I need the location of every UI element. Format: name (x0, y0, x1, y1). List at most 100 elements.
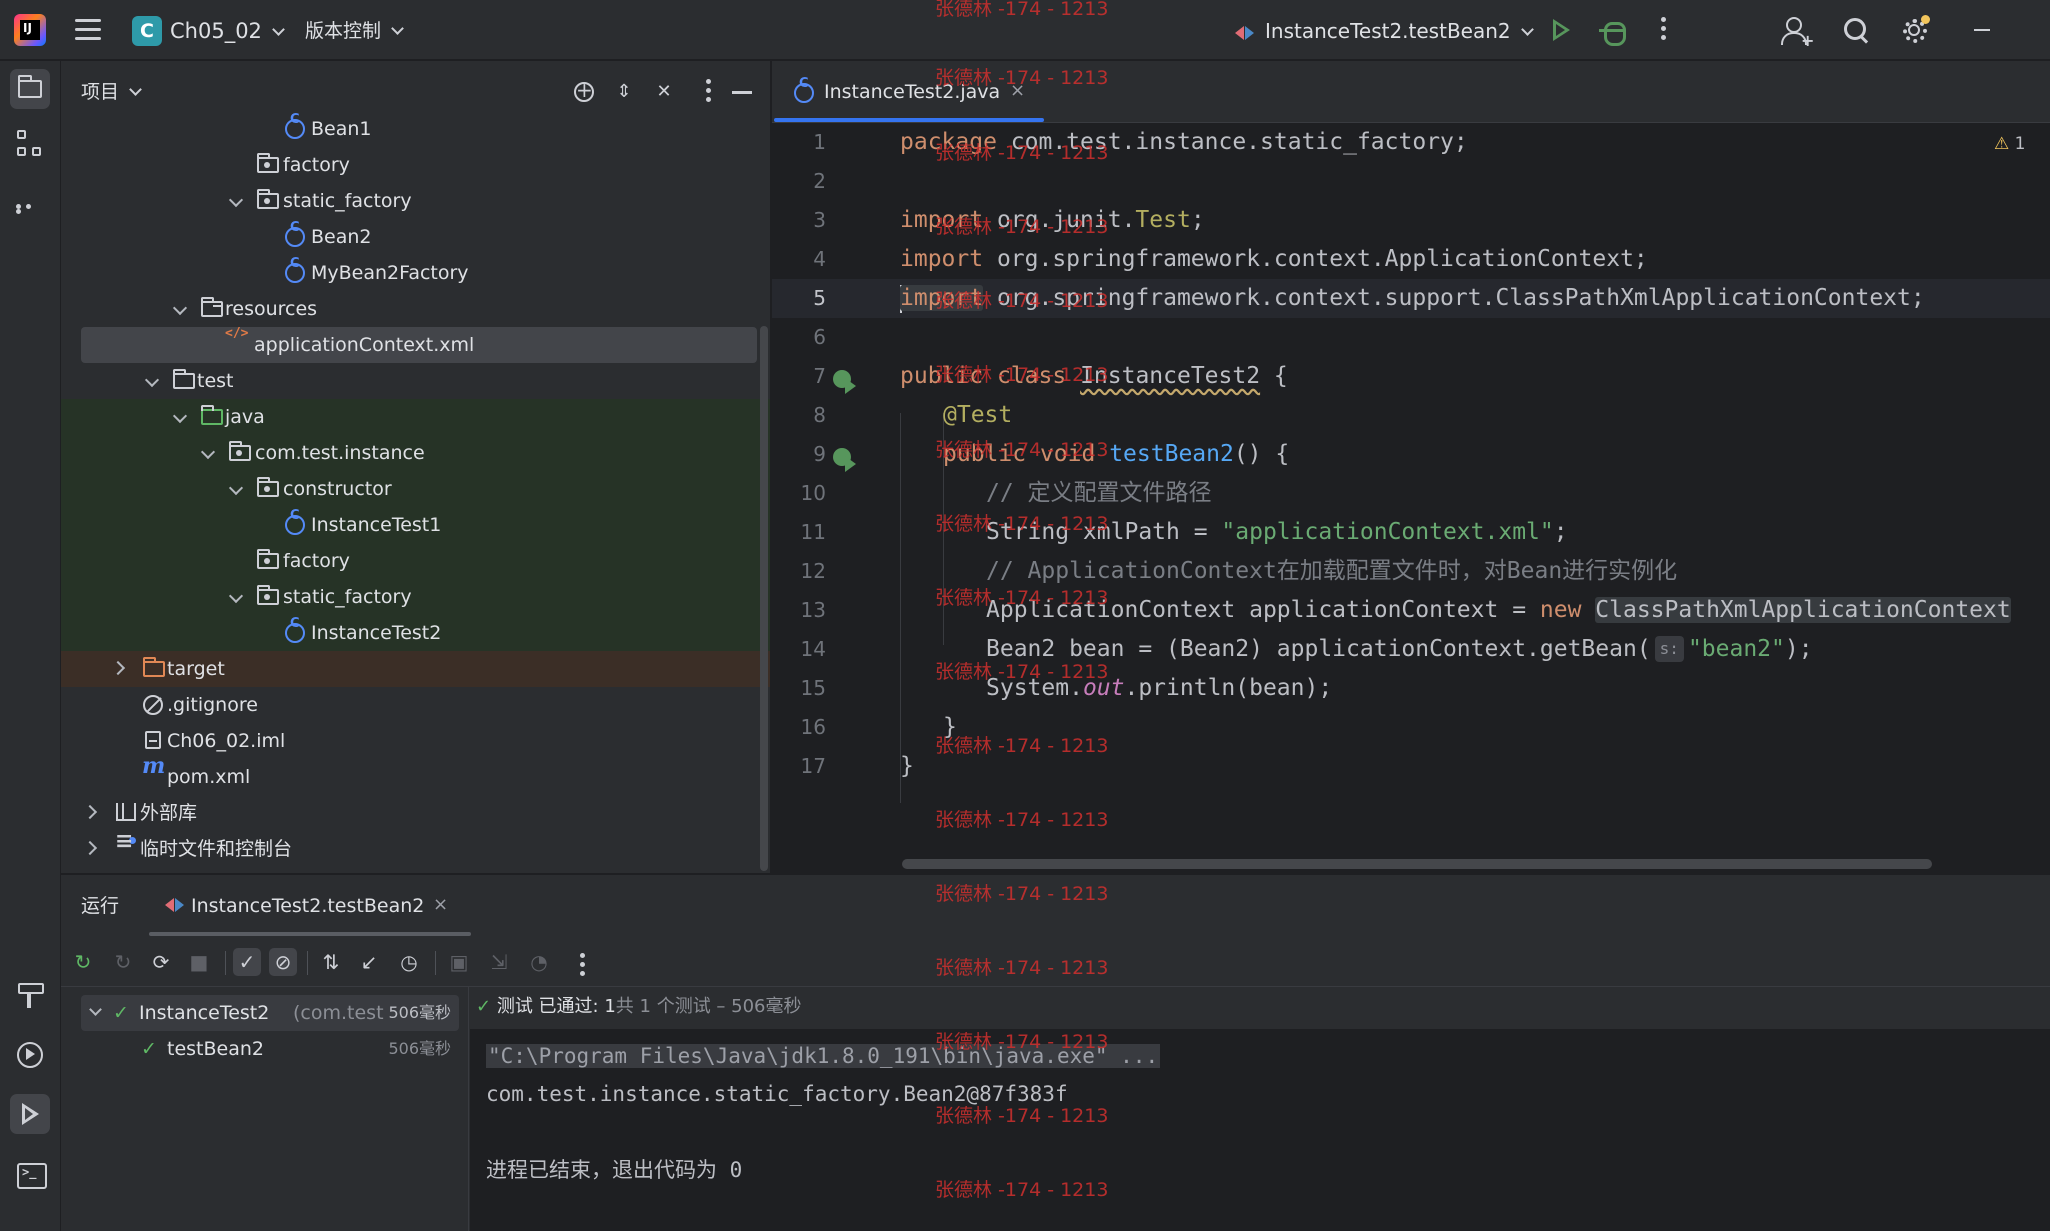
line-number: 14 (800, 637, 826, 661)
vcs-menu[interactable]: 版本控制 (305, 16, 404, 46)
export-icon[interactable]: ▣ (445, 948, 473, 976)
package-icon (229, 441, 251, 461)
chevron-right-icon[interactable] (82, 804, 98, 820)
tree-item[interactable]: factory (61, 543, 770, 579)
tree-item[interactable]: InstanceTest2 (61, 615, 770, 651)
line-number: 10 (800, 481, 826, 505)
run-test-gutter-icon[interactable] (833, 448, 857, 472)
code-editor: InstanceTest2.java × 1 2 3 4 5 6 7 8 9 1… (772, 61, 2050, 873)
coverage-icon[interactable]: ◔ (525, 948, 553, 976)
tree-item[interactable]: .gitignore (61, 687, 770, 723)
project-scrollbar[interactable] (760, 326, 768, 871)
more-icon[interactable] (580, 953, 586, 979)
class-icon (285, 112, 305, 139)
editor-tab-bar: InstanceTest2.java × (772, 61, 2050, 123)
tree-item[interactable]: java (61, 399, 770, 435)
rerun-failed-icon[interactable]: ↻ (109, 948, 137, 976)
tree-item[interactable]: Bean2 (61, 219, 770, 255)
tree-item[interactable]: Ch06_02.iml (61, 723, 770, 759)
more-actions-icon[interactable] (1661, 17, 1667, 43)
tree-item[interactable]: static_factory (61, 183, 770, 219)
chevron-down-icon[interactable] (200, 444, 216, 460)
line-number: 5 (813, 286, 826, 310)
options-icon[interactable] (696, 79, 722, 105)
project-badge[interactable]: C (132, 16, 162, 46)
code-area[interactable]: package com.test.instance.static_factory… (900, 123, 2050, 873)
tree-item[interactable]: pom.xml (61, 753, 770, 795)
run-icon[interactable] (1544, 14, 1576, 46)
toggle-auto-test-icon[interactable]: ⟳ (147, 948, 175, 976)
tree-item[interactable]: static_factory (61, 579, 770, 615)
build-icon[interactable] (10, 975, 50, 1015)
close-icon[interactable]: × (1010, 78, 1025, 104)
tree-item[interactable]: MyBean2Factory (61, 255, 770, 291)
locate-file-icon[interactable] (571, 78, 597, 105)
expand-all-icon[interactable]: ⇕ (611, 79, 637, 105)
tree-item[interactable]: factory (61, 147, 770, 183)
close-icon[interactable]: × (433, 892, 448, 918)
tree-item[interactable]: 外部库 (61, 795, 770, 831)
chevron-down-icon[interactable] (228, 192, 244, 208)
debug-icon[interactable] (1596, 14, 1628, 46)
collapse-icon[interactable]: ↙ (355, 948, 383, 976)
tree-item[interactable]: InstanceTest1 (61, 507, 770, 543)
test-status-bar: ✓ 测试 已通过: 1共 1 个测试 – 506毫秒 (470, 987, 2050, 1029)
line-number: 8 (813, 403, 826, 427)
editor-horizontal-scrollbar[interactable] (902, 859, 1932, 869)
intellij-logo-icon[interactable]: IJ (14, 14, 46, 46)
chevron-right-icon[interactable] (110, 660, 126, 676)
ignore-file-icon (143, 695, 163, 715)
sort-icon[interactable]: ⇅ (317, 948, 345, 976)
tree-item[interactable]: test (61, 363, 770, 399)
tree-item[interactable]: target (61, 651, 770, 687)
tree-item[interactable]: 临时文件和控制台 (61, 829, 770, 867)
rerun-icon[interactable]: ↻ (69, 948, 97, 976)
class-icon (285, 508, 305, 535)
import-icon[interactable]: ⇲ (485, 948, 513, 976)
stop-icon[interactable]: ■ (185, 948, 213, 976)
minimize-icon[interactable] (1968, 14, 2000, 46)
junit-icon (1235, 23, 1255, 43)
run-tool-icon[interactable] (10, 1094, 50, 1134)
tree-item[interactable]: Bean1 (61, 111, 770, 147)
chevron-down-icon[interactable] (228, 588, 244, 604)
excluded-folder-icon (143, 657, 165, 677)
run-test-gutter-icon[interactable] (833, 370, 857, 394)
collapse-all-icon[interactable]: ✕ (651, 79, 677, 105)
hamburger-menu-icon[interactable] (75, 19, 101, 41)
test-case-row[interactable]: ✓ testBean2 506毫秒 (61, 1031, 469, 1067)
project-switcher[interactable]: Ch05_02 (170, 16, 285, 46)
terminal-icon[interactable] (10, 1154, 50, 1194)
code-line-12: // ApplicationContext在加载配置文件时，对Bean进行实例化 (986, 558, 1678, 584)
more-tools-icon[interactable] (10, 186, 50, 226)
chevron-down-icon[interactable] (144, 372, 160, 388)
hide-icon[interactable] (729, 79, 755, 105)
tree-item-selected[interactable]: applicationContext.xml (81, 326, 757, 363)
line-number: 15 (800, 676, 826, 700)
tab-run-instancetest2[interactable]: InstanceTest2.testBean2 × (149, 875, 471, 937)
chevron-down-icon[interactable] (89, 1003, 102, 1016)
test-results-tree: ✓ InstanceTest2 (com.test.i 506毫秒 ✓ test… (61, 987, 469, 1231)
settings-icon[interactable] (1898, 14, 1930, 46)
chevron-down-icon[interactable] (228, 480, 244, 496)
run-configuration-selector[interactable]: InstanceTest2.testBean2 (1235, 16, 1534, 46)
show-ignored-icon[interactable]: ⊘ (269, 948, 297, 976)
search-icon[interactable] (1840, 14, 1872, 46)
console-output[interactable]: ✓ 测试 已通过: 1共 1 个测试 – 506毫秒 "C:\Program F… (470, 987, 2050, 1231)
structure-icon[interactable] (10, 126, 50, 166)
chevron-down-icon[interactable] (172, 300, 188, 316)
project-folder-icon[interactable] (10, 69, 50, 109)
services-icon[interactable] (10, 1035, 50, 1075)
project-view-selector[interactable]: 项目 (81, 79, 142, 105)
tree-item[interactable]: constructor (61, 471, 770, 507)
history-icon[interactable]: ◷ (395, 948, 423, 976)
console-exit-line: 进程已结束，退出代码为 0 (486, 1158, 743, 1182)
add-user-icon[interactable]: + (1780, 14, 1814, 50)
tree-item[interactable]: resources (61, 291, 770, 327)
test-suite-row[interactable]: ✓ InstanceTest2 (com.test.i 506毫秒 (81, 995, 459, 1031)
show-passed-icon[interactable]: ✓ (233, 948, 261, 976)
tree-item[interactable]: com.test.instance (61, 435, 770, 471)
chevron-right-icon[interactable] (82, 840, 98, 856)
tab-instancetest2-java[interactable]: InstanceTest2.java × (772, 61, 1044, 123)
chevron-down-icon[interactable] (172, 408, 188, 424)
